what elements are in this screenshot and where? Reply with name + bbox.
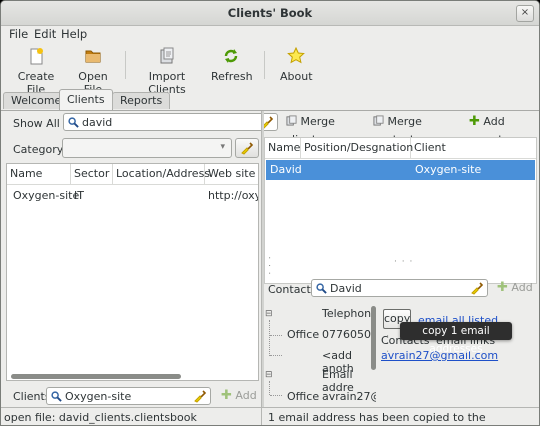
phone-type: Office	[287, 328, 320, 341]
tab-bar: Welcome Clients Reports	[1, 89, 539, 110]
toolbar: Create File Open File Import Clients	[1, 43, 539, 96]
contacts-filter-input[interactable]: David	[311, 279, 488, 297]
status-bar: open file: david_clients.clientsbook 1 e…	[1, 407, 539, 425]
horizontal-scrollbar[interactable]	[11, 374, 181, 379]
vertical-scrollbar[interactable]	[371, 306, 376, 370]
merge-icon	[373, 115, 384, 126]
title-bar: Clients' Book ×	[1, 1, 539, 26]
new-file-icon	[30, 48, 43, 65]
category-select[interactable]: ▾	[62, 138, 232, 158]
merge-icon	[286, 115, 297, 126]
plus-icon: ✚	[221, 388, 232, 403]
clients-table: Name Sector Location/Address Web site Ox…	[6, 163, 259, 381]
clear-category-button[interactable]	[235, 138, 259, 158]
folder-icon	[85, 50, 101, 63]
about-label: About	[280, 70, 313, 83]
plus-icon: ✚	[497, 280, 508, 295]
clients-tab-content: Show All david Category: ▾ Name Sector L…	[1, 110, 539, 408]
column-header-location[interactable]: Location/Address	[113, 164, 210, 184]
column-header-sector[interactable]: Sector	[71, 164, 113, 184]
menu-help[interactable]: Help	[61, 27, 87, 41]
menu-edit[interactable]: Edit	[34, 27, 56, 41]
tree-line	[270, 355, 282, 356]
add-report-button[interactable]: ✚ Add report	[469, 113, 537, 146]
header-divider	[7, 184, 258, 185]
close-button[interactable]: ×	[516, 5, 534, 22]
clients-label: Clients	[13, 390, 51, 403]
refresh-icon	[224, 49, 238, 63]
contacts-filter-value: David	[330, 282, 362, 295]
status-divider	[261, 408, 262, 425]
show-all-button[interactable]: Show All	[13, 117, 60, 130]
category-label: Category:	[13, 143, 67, 156]
table-row[interactable]: David Oxygen-site	[266, 160, 535, 180]
cell-client: Oxygen-site	[415, 163, 482, 176]
contacts-label: Contacts	[268, 283, 317, 296]
tree-line	[270, 395, 282, 396]
contact-detail-tree: ⊟ Telephone Office 07760506 <add anoth ⊟…	[264, 303, 376, 407]
about-button[interactable]: About	[280, 47, 313, 83]
cell-name: Oxygen-site	[13, 189, 80, 202]
copy-tooltip: copy 1 email addresses	[400, 322, 512, 355]
resize-grip[interactable]: · · ·	[264, 256, 274, 275]
clients-filter-value: Oxygen-site	[65, 390, 132, 403]
cell-name: David	[270, 163, 302, 176]
tree-line	[269, 381, 271, 395]
search-icon	[316, 283, 327, 294]
star-icon	[287, 47, 305, 64]
add-client-button[interactable]: ✚ Add	[221, 387, 259, 407]
window-title: Clients' Book	[227, 6, 313, 20]
status-message: 1 email address has been copied to the c…	[268, 411, 486, 425]
cell-sector: IT	[74, 189, 84, 202]
email-value[interactable]: avrain27@	[322, 390, 376, 403]
phone-value[interactable]: 07760506	[322, 328, 376, 341]
column-header-name[interactable]: Name	[7, 164, 71, 184]
cell-website: http://oxyg	[208, 189, 258, 202]
client-search-input[interactable]: david	[63, 113, 278, 131]
client-search-value: david	[82, 116, 113, 129]
status-open-file: open file: david_clients.clientsbook	[4, 411, 197, 424]
tab-clients[interactable]: Clients	[59, 89, 113, 110]
header-divider	[265, 158, 536, 159]
tree-line	[269, 320, 271, 356]
column-header-client[interactable]: Client	[411, 138, 536, 158]
chevron-down-icon: ▾	[220, 142, 225, 152]
table-row[interactable]: Oxygen-site IT http://oxyg	[7, 186, 258, 204]
toolbar-separator	[125, 51, 126, 79]
refresh-label: Refresh	[211, 70, 253, 83]
column-header-name[interactable]: Name	[265, 138, 301, 158]
email-type: Office	[287, 390, 320, 403]
tab-reports[interactable]: Reports	[112, 92, 171, 109]
tree-line	[270, 335, 282, 336]
search-icon	[68, 117, 79, 128]
collapse-icon[interactable]: ⊟	[265, 370, 273, 380]
app-window: Clients' Book × File Edit Help Create Fi…	[0, 0, 540, 426]
column-header-position[interactable]: Position/Desgnation	[301, 138, 413, 158]
clear-icon[interactable]	[194, 390, 207, 403]
clear-icon	[241, 142, 254, 155]
import-icon	[160, 47, 174, 64]
add-contact-label: Add	[511, 281, 533, 294]
refresh-button[interactable]: Refresh	[211, 47, 253, 83]
collapse-icon[interactable]: ⊟	[265, 309, 273, 319]
plus-icon: ✚	[469, 114, 480, 129]
clear-icon[interactable]	[471, 282, 484, 295]
add-contact-button[interactable]: ✚ Add	[497, 279, 535, 299]
menu-file[interactable]: File	[9, 27, 28, 41]
clients-filter-input[interactable]: Oxygen-site	[46, 387, 211, 405]
toolbar-separator	[264, 51, 265, 79]
resize-grip[interactable]: · · ·	[394, 257, 413, 267]
telephone-heading: Telephone	[322, 307, 376, 320]
search-icon	[51, 391, 62, 402]
merge-clients-button[interactable]: Merge clients	[286, 113, 366, 146]
menu-bar: File Edit Help	[1, 25, 539, 43]
add-client-label: Add	[235, 389, 257, 402]
column-header-website[interactable]: Web site	[205, 164, 258, 184]
merge-contacts-button[interactable]: Merge contacts	[373, 113, 463, 146]
